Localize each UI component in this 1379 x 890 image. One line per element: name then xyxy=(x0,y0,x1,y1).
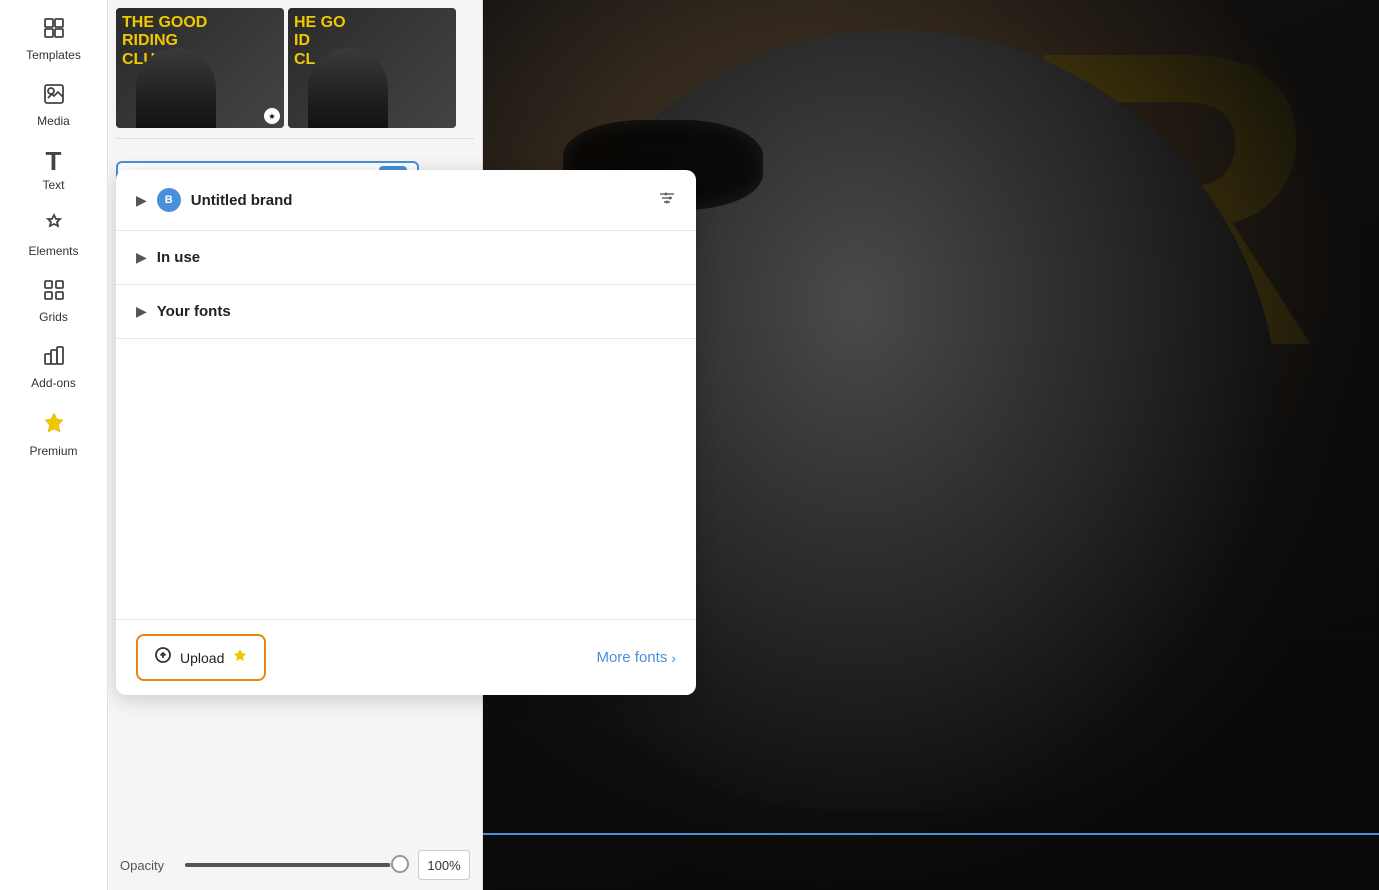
sidebar-item-premium[interactable]: Premium xyxy=(14,402,94,466)
filter-icon-brand[interactable] xyxy=(658,189,676,212)
font-section-header-untitled-brand[interactable]: ▶ B Untitled brand xyxy=(116,170,696,230)
opacity-slider[interactable] xyxy=(185,863,408,867)
media-icon xyxy=(42,82,66,110)
font-section-left-brand: ▶ B Untitled brand xyxy=(136,188,292,212)
sidebar-item-text[interactable]: T Text xyxy=(14,140,94,200)
sidebar-item-grids[interactable]: Grids xyxy=(14,270,94,332)
more-fonts-link[interactable]: More fonts › xyxy=(596,649,676,666)
chevron-right-icon-your-fonts: ▶ xyxy=(136,303,147,320)
your-fonts-label: Your fonts xyxy=(157,303,231,320)
font-section-in-use: ▶ In use xyxy=(116,231,696,285)
font-section-left-in-use: ▶ In use xyxy=(136,249,200,266)
elements-icon xyxy=(42,212,66,240)
more-fonts-chevron-icon: › xyxy=(671,650,676,666)
addons-icon xyxy=(42,344,66,372)
thumbnails-area: THE GOODRIDINGCLUB ★ HE GOIDCL xyxy=(108,0,482,128)
font-section-header-your-fonts[interactable]: ▶ Your fonts xyxy=(116,285,696,338)
grids-label: Grids xyxy=(39,310,68,324)
sidebar-item-addons[interactable]: Add-ons xyxy=(14,336,94,398)
font-section-left-your-fonts: ▶ Your fonts xyxy=(136,303,231,320)
chevron-right-icon-brand: ▶ xyxy=(136,192,147,209)
template-thumb-2[interactable]: HE GOIDCL xyxy=(288,8,456,128)
left-panel: THE GOODRIDINGCLUB ★ HE GOIDCL Poppins ▼ xyxy=(108,0,483,890)
templates-label: Templates xyxy=(26,48,81,62)
brand-circle-icon: B xyxy=(157,188,181,212)
opacity-slider-fill xyxy=(185,863,390,867)
text-label: Text xyxy=(42,178,64,192)
premium-label: Premium xyxy=(29,444,77,458)
premium-icon xyxy=(41,410,67,440)
sidebar: Templates Media T Text Elements xyxy=(0,0,108,890)
popup-spacer xyxy=(116,339,696,619)
chevron-right-icon-in-use: ▶ xyxy=(136,249,147,266)
opacity-value: 100% xyxy=(418,850,470,880)
upload-label: Upload xyxy=(180,650,224,666)
opacity-label: Opacity xyxy=(120,858,175,873)
sidebar-item-templates[interactable]: Templates xyxy=(14,8,94,70)
upload-icon xyxy=(154,646,172,669)
main-area: THE GOODRIDINGCLUB ★ HE GOIDCL Poppins ▼ xyxy=(108,0,1379,890)
media-label: Media xyxy=(37,114,70,128)
text-icon: T xyxy=(46,148,62,174)
opacity-slider-thumb[interactable] xyxy=(391,855,409,873)
more-fonts-label: More fonts xyxy=(596,649,667,666)
upload-button[interactable]: Upload xyxy=(136,634,266,681)
upload-premium-icon xyxy=(232,647,248,668)
font-section-your-fonts: ▶ Your fonts xyxy=(116,285,696,339)
font-popup: ▶ B Untitled brand xyxy=(116,170,696,695)
template-thumb-1[interactable]: THE GOODRIDINGCLUB ★ xyxy=(116,8,284,128)
grids-icon xyxy=(42,278,66,306)
addons-label: Add-ons xyxy=(31,376,76,390)
font-section-header-in-use[interactable]: ▶ In use xyxy=(116,231,696,284)
in-use-label: In use xyxy=(157,249,200,266)
sidebar-item-media[interactable]: Media xyxy=(14,74,94,136)
opacity-bar: Opacity 100% xyxy=(108,840,482,890)
sidebar-item-elements[interactable]: Elements xyxy=(14,204,94,266)
selection-line xyxy=(483,833,1379,835)
font-section-untitled-brand: ▶ B Untitled brand xyxy=(116,170,696,231)
thumb-premium-icon-1: ★ xyxy=(264,108,280,124)
font-popup-bottom: Upload More fonts › xyxy=(116,619,696,695)
templates-icon xyxy=(42,16,66,44)
elements-label: Elements xyxy=(28,244,78,258)
untitled-brand-label: Untitled brand xyxy=(191,192,293,209)
